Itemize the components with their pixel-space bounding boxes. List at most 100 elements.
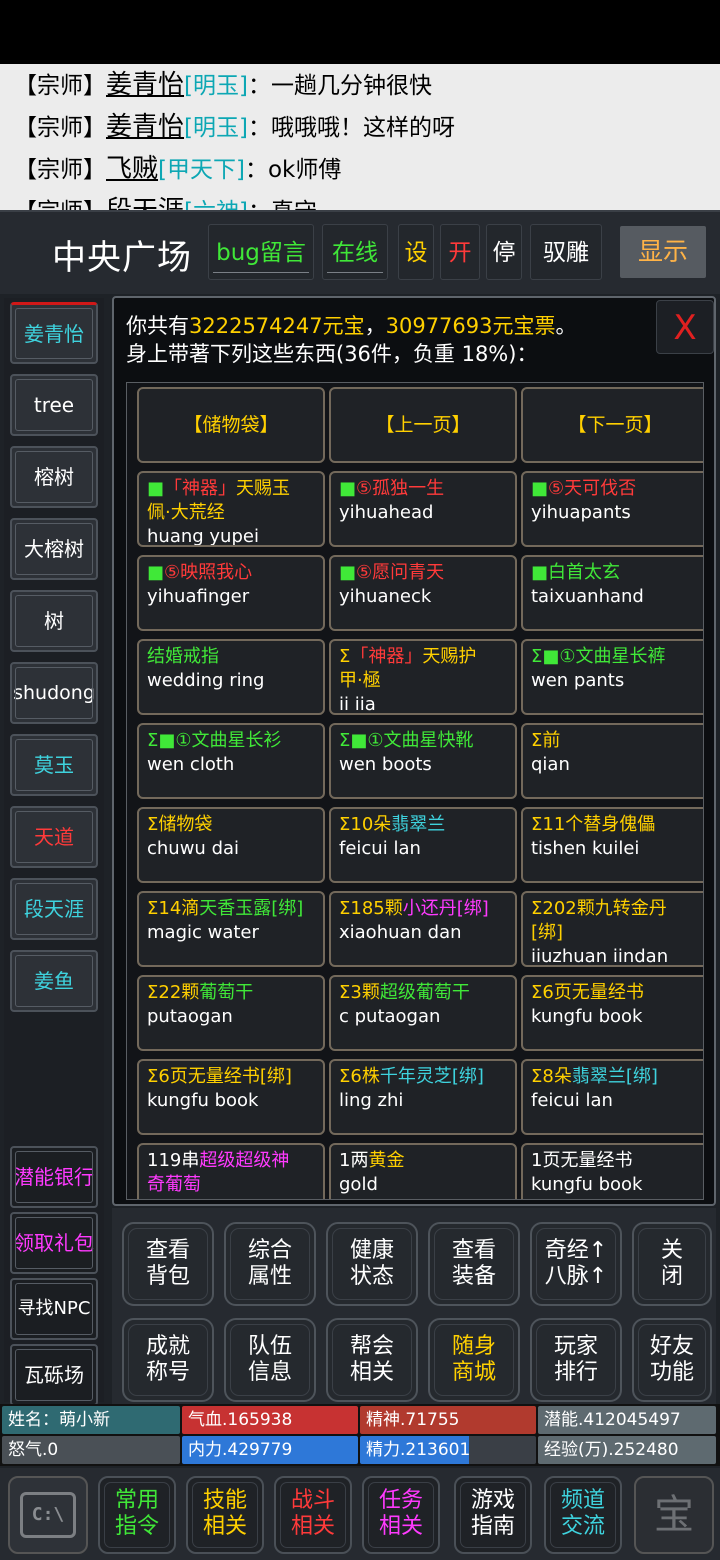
- inventory-item[interactable]: Σ3颗超级葡萄干 c putaogan: [329, 975, 517, 1051]
- stat-neili: 内力.429779: [182, 1436, 358, 1464]
- action-button[interactable]: 健康 状态: [326, 1222, 418, 1306]
- item-name: Σ■①文曲星长裤: [531, 646, 666, 667]
- inventory-nav-button[interactable]: 【下一页】: [521, 387, 703, 463]
- item-name: ■⑤孤独一生: [339, 478, 445, 499]
- inventory-item[interactable]: 结婚戒指 wedding ring: [137, 639, 325, 715]
- find-npc-button[interactable]: 寻找NPC: [10, 1278, 98, 1340]
- inventory-item[interactable]: ■⑤天可伐否 yihuapants: [521, 471, 703, 547]
- action-button[interactable]: 队伍 信息: [224, 1318, 316, 1402]
- eagle-ride-button[interactable]: 驭雕: [530, 224, 602, 280]
- item-grid[interactable]: 【储物袋】 【上一页】 【下一页】 ■「神器」天赐玉 佩·大荒经 huang yupei ■…: [126, 382, 704, 1200]
- inventory-item[interactable]: ■⑤愿问青天 yihuaneck: [329, 555, 517, 631]
- item-id: feicui lan: [339, 838, 421, 859]
- item-id: wen pants: [531, 670, 625, 691]
- chat-player-name[interactable]: 姜青怡: [106, 70, 184, 100]
- bottom-nav-button[interactable]: 频道 交流: [544, 1476, 622, 1554]
- action-button[interactable]: 综合 属性: [224, 1222, 316, 1306]
- inventory-item[interactable]: ■白首太玄 taixuanhand: [521, 555, 703, 631]
- player-button[interactable]: 莫玉: [10, 734, 98, 796]
- action-button[interactable]: 帮会 相关: [326, 1318, 418, 1402]
- inventory-item[interactable]: Σ14滴天香玉露[绑] magic water: [137, 891, 325, 967]
- action-button[interactable]: 玩家 排行: [530, 1318, 622, 1402]
- treasure-seal-icon[interactable]: 宝: [634, 1476, 714, 1554]
- action-button[interactable]: 好友 功能: [632, 1318, 712, 1402]
- bottom-nav: C:\ 常用 指令 技能 相关 战斗 相关 任务 相关 游戏 指南 频道 交流 宝: [0, 1468, 720, 1560]
- chat-player-name[interactable]: 姜青怡: [106, 112, 184, 142]
- item-name-cont: [绑]: [531, 922, 564, 943]
- item-id: feicui lan: [531, 1090, 613, 1111]
- action-button[interactable]: 关闭: [632, 1222, 712, 1306]
- player-button[interactable]: 段天涯: [10, 878, 98, 940]
- player-button[interactable]: shudong: [10, 662, 98, 724]
- inventory-item[interactable]: ■⑤映照我心 yihuafinger: [137, 555, 325, 631]
- inventory-nav-button[interactable]: 【储物袋】: [137, 387, 325, 463]
- item-id: yihuaneck: [339, 586, 432, 607]
- inventory-item[interactable]: Σ6页无量经书[绑] kungfu book: [137, 1059, 325, 1135]
- inventory-item[interactable]: Σ11个替身傀儡 tishen kuilei: [521, 807, 703, 883]
- show-button[interactable]: 显示: [620, 226, 706, 278]
- item-name: ■⑤天可伐否: [531, 478, 637, 499]
- inventory-item[interactable]: Σ185颗小还丹[绑] xiaohuan dan: [329, 891, 517, 967]
- inventory-item[interactable]: Σ「神器」天赐护 甲·極 ii iia: [329, 639, 517, 715]
- potential-bank-button[interactable]: 潜能银行: [10, 1146, 98, 1208]
- player-button[interactable]: 姜青怡: [10, 302, 98, 364]
- player-button[interactable]: 天道: [10, 806, 98, 868]
- inventory-item[interactable]: 1页无量经书 kungfu book: [521, 1143, 703, 1199]
- inventory-item[interactable]: Σ■①文曲星快靴 wen boots: [329, 723, 517, 799]
- inventory-item[interactable]: Σ22颗葡萄干 putaogan: [137, 975, 325, 1051]
- bottom-nav-button[interactable]: 技能 相关: [186, 1476, 264, 1554]
- online-button[interactable]: 在线: [322, 224, 388, 280]
- inventory-item[interactable]: 119串超级超级神 奇葡萄: [137, 1143, 325, 1199]
- inventory-item[interactable]: Σ■①文曲星长裤 wen pants: [521, 639, 703, 715]
- inventory-item[interactable]: Σ6株千年灵芝[绑] ling zhi: [329, 1059, 517, 1135]
- player-button[interactable]: 榕树: [10, 446, 98, 508]
- inventory-item[interactable]: Σ前 qian: [521, 723, 703, 799]
- chat-player-name[interactable]: 段天涯: [106, 196, 184, 210]
- player-button[interactable]: 大榕树: [10, 518, 98, 580]
- action-button[interactable]: 成就 称号: [122, 1318, 214, 1402]
- claim-gift-button[interactable]: 领取礼包: [10, 1212, 98, 1274]
- inventory-item[interactable]: ■「神器」天赐玉 佩·大荒经 huang yupei: [137, 471, 325, 547]
- chat-player-name[interactable]: 飞贼: [106, 154, 158, 184]
- player-button[interactable]: tree: [10, 374, 98, 436]
- item-name: Σ6页无量经书: [531, 982, 644, 1003]
- system-status-bar: [0, 0, 720, 64]
- chat-panel[interactable]: 【宗师】姜青怡[明玉]：一趟几分钟很快 【宗师】姜青怡[明玉]：哦哦哦！这样的呀…: [0, 64, 720, 210]
- action-button[interactable]: 查看 装备: [428, 1222, 520, 1306]
- chat-line: 【宗师】段天涯[六神]：真守: [0, 190, 720, 210]
- stop-button[interactable]: 停: [486, 224, 522, 280]
- player-button[interactable]: 姜鱼: [10, 950, 98, 1012]
- inventory-nav-button[interactable]: 【上一页】: [329, 387, 517, 463]
- action-button[interactable]: 奇经↑ 八脉↑: [530, 1222, 622, 1306]
- open-button[interactable]: 开: [440, 224, 480, 280]
- bottom-nav-button[interactable]: 任务 相关: [362, 1476, 440, 1554]
- inventory-item[interactable]: Σ6页无量经书 kungfu book: [521, 975, 703, 1051]
- close-icon[interactable]: X: [656, 300, 714, 354]
- location-title: 中央广场: [52, 238, 192, 278]
- item-name: ■⑤愿问青天: [339, 562, 445, 583]
- bottom-nav-button[interactable]: 战斗 相关: [274, 1476, 352, 1554]
- inventory-item[interactable]: 1两黄金 gold: [329, 1143, 517, 1199]
- stat-rage: 怒气.0: [2, 1436, 180, 1464]
- item-name: 1页无量经书: [531, 1150, 633, 1171]
- action-button[interactable]: 随身 商城: [428, 1318, 520, 1402]
- player-button[interactable]: 树: [10, 590, 98, 652]
- inventory-item[interactable]: Σ储物袋 chuwu dai: [137, 807, 325, 883]
- action-button[interactable]: 查看 背包: [122, 1222, 214, 1306]
- inventory-item[interactable]: Σ8朵翡翠兰[绑] feicui lan: [521, 1059, 703, 1135]
- inventory-item[interactable]: Σ10朵翡翠兰 feicui lan: [329, 807, 517, 883]
- bug-report-button[interactable]: bug留言: [208, 224, 314, 280]
- settings-button[interactable]: 设: [398, 224, 434, 280]
- inventory-item[interactable]: Σ■①文曲星长衫 wen cloth: [137, 723, 325, 799]
- inventory-item[interactable]: ■⑤孤独一生 yihuahead: [329, 471, 517, 547]
- item-name: 结婚戒指: [147, 646, 219, 667]
- item-name: Σ6页无量经书[绑]: [147, 1066, 292, 1087]
- inventory-item[interactable]: Σ202颗九转金丹 [绑] iiuzhuan iindan: [521, 891, 703, 967]
- bottom-nav-button[interactable]: 游戏 指南: [454, 1476, 532, 1554]
- rubble-field-button[interactable]: 瓦砾场: [10, 1344, 98, 1406]
- item-id: c putaogan: [339, 1006, 441, 1027]
- console-icon[interactable]: C:\: [8, 1476, 88, 1554]
- chat-line: 【宗师】飞贼[甲天下]：ok师傅: [14, 154, 342, 184]
- item-name: Σ202颗九转金丹: [531, 898, 667, 919]
- bottom-nav-button[interactable]: 常用 指令: [98, 1476, 176, 1554]
